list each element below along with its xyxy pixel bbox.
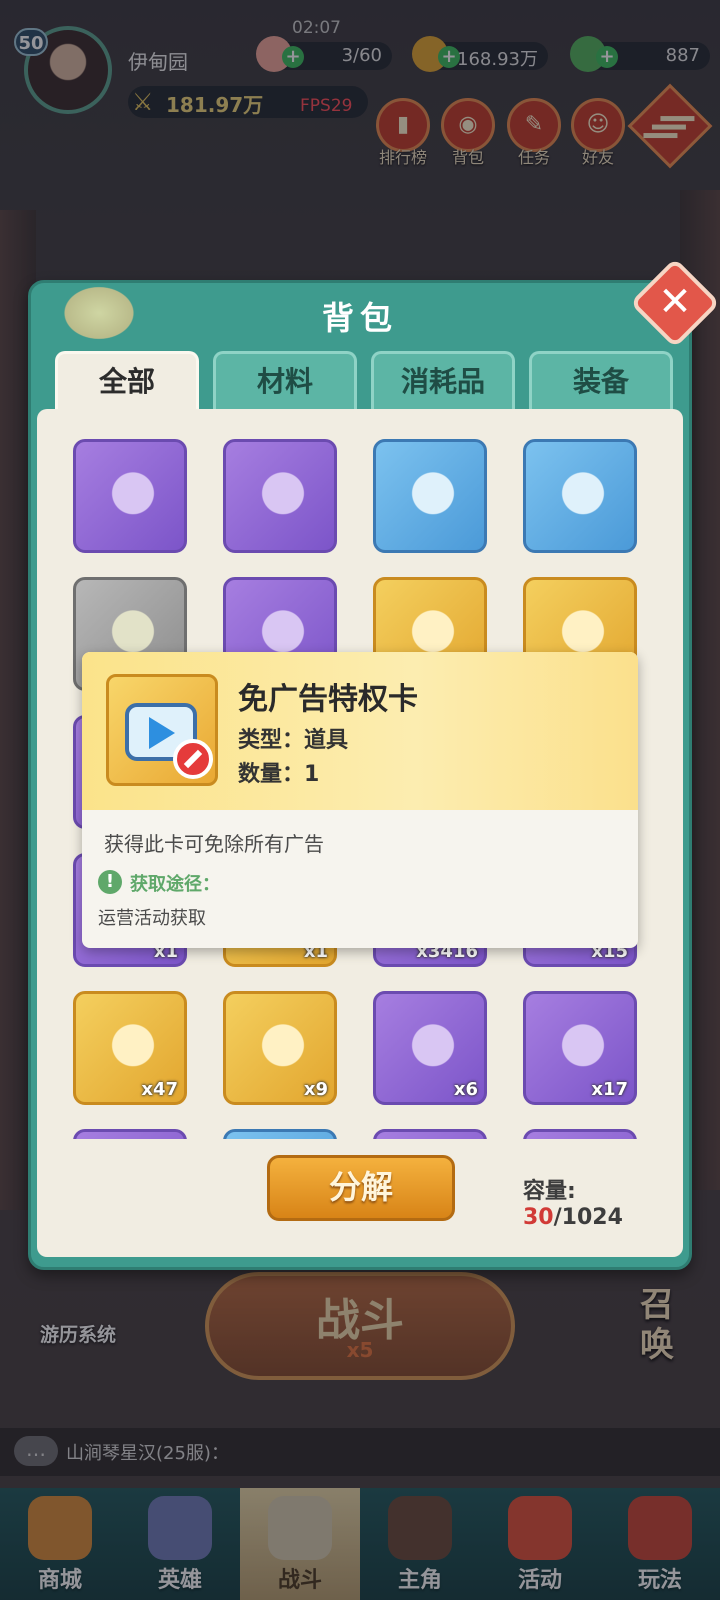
item-slot[interactable] [523, 439, 637, 553]
battle-icon [268, 1496, 332, 1560]
item-quantity: x6 [453, 1079, 478, 1100]
gold-value: 168.93万 [457, 49, 538, 70]
source-value: 运营活动获取 [98, 908, 206, 929]
item-quantity: x47 [141, 1079, 178, 1100]
recycle-plus-icon [548, 1012, 618, 1086]
necklace-icon [398, 460, 468, 534]
add-stamina-button[interactable]: + [282, 46, 304, 68]
water-lotus-icon [248, 1012, 318, 1086]
gem-resource: + 887 [570, 36, 710, 72]
ranking-label: 排行榜 [378, 148, 427, 167]
nav-hero-main-label: 主角 [397, 1568, 442, 1593]
nav-battle[interactable]: 战斗 [240, 1488, 360, 1600]
refresh-board-icon [398, 1012, 468, 1086]
item-slot[interactable] [73, 439, 187, 553]
nav-gameplay[interactable]: 玩法 [600, 1488, 720, 1600]
tab-materials[interactable]: 材料 [213, 351, 357, 411]
item-slot[interactable]: x9 [223, 991, 337, 1105]
friends-label: 好友 [581, 148, 614, 167]
battle-cost: x5 [346, 1338, 374, 1362]
gameplay-icon [628, 1496, 692, 1560]
source-label: 获取途径： [130, 874, 220, 895]
item-name: 免广告特权卡 [238, 682, 418, 717]
item-slot-partial[interactable] [373, 1129, 487, 1139]
close-icon: ✕ [658, 279, 692, 325]
combat-power-value: 181.97万 [166, 93, 264, 117]
item-slot[interactable]: x17 [523, 991, 637, 1105]
level-badge: 50 [14, 28, 48, 56]
bag-tabs: 全部 材料 消耗品 装备 [55, 351, 675, 411]
item-slot[interactable] [373, 439, 487, 553]
capacity-total: /1024 [553, 1205, 623, 1230]
item-quantity: x17 [591, 1079, 628, 1100]
sword-icon [98, 460, 168, 534]
nav-hero-main[interactable]: 主角 [360, 1488, 480, 1600]
shop-icon [28, 1496, 92, 1560]
clock: 02:07 [292, 18, 341, 38]
chat-bubble-icon: … [14, 1436, 58, 1466]
nav-heroes[interactable]: 英雄 [120, 1488, 240, 1600]
boots-icon [548, 460, 618, 534]
bag-title: 背包 [321, 299, 398, 337]
decompose-button[interactable]: 分解 [267, 1155, 455, 1221]
top-hud: 50 伊甸园 ⚔ 181.97万 FPS29 02:07 + 3/60 + 16… [0, 0, 720, 120]
item-count: 数量：1 [238, 762, 320, 787]
info-icon: ! [98, 870, 122, 894]
fps-counter: FPS29 [300, 96, 353, 116]
stamina-resource: + 3/60 [256, 36, 392, 72]
item-quantity: x9 [303, 1079, 328, 1100]
heroes-icon [148, 1496, 212, 1560]
nav-heroes-label: 英雄 [157, 1568, 202, 1593]
item-tooltip: 免广告特权卡 类型：道具 数量：1 获得此卡可免除所有广告 ! 获取途径： 运营… [82, 652, 638, 948]
summon-label[interactable]: 召唤 [640, 1285, 700, 1365]
nav-gameplay-label: 玩法 [637, 1568, 682, 1593]
events-icon [508, 1496, 572, 1560]
bottom-nav: 商城 英雄 战斗 主角 活动 玩法 [0, 1488, 720, 1600]
bag-label: 背包 [451, 148, 484, 167]
nav-events-label: 活动 [517, 1568, 562, 1593]
nav-shop[interactable]: 商城 [0, 1488, 120, 1600]
travel-system-label[interactable]: 游历系统 [40, 1320, 116, 1347]
tab-all[interactable]: 全部 [55, 351, 199, 411]
chat-message: 山涧琴星汉(25服)： [66, 1443, 229, 1464]
stamina-value: 3/60 [341, 45, 382, 66]
armor-icon [248, 460, 318, 534]
chat-bar[interactable]: … 山涧琴星汉(25服)： [0, 1428, 720, 1476]
battle-button[interactable]: 战斗 x5 [205, 1272, 515, 1380]
capacity-used: 30 [523, 1205, 554, 1230]
tab-consumables[interactable]: 消耗品 [371, 351, 515, 411]
prohibited-icon [173, 739, 213, 779]
play-icon [149, 717, 175, 749]
add-gem-button[interactable]: + [596, 46, 618, 68]
capacity-label: 容量: [523, 1179, 576, 1204]
quest-label: 任务 [517, 148, 550, 167]
gem-value: 887 [665, 45, 700, 66]
item-slot-partial[interactable] [73, 1129, 187, 1139]
tab-equipment[interactable]: 装备 [529, 351, 673, 411]
item-slot[interactable]: x6 [373, 991, 487, 1105]
item-slot[interactable] [223, 439, 337, 553]
tooltip-header: 免广告特权卡 类型：道具 数量：1 [82, 652, 638, 810]
item-type: 类型：道具 [238, 728, 349, 753]
menu-icon-line [643, 133, 678, 139]
player-name: 伊甸园 [128, 50, 188, 74]
item-slot[interactable]: x47 [73, 991, 187, 1105]
no-ads-card-icon [106, 674, 218, 786]
swords-icon: ⚔ [132, 88, 154, 116]
item-slot-partial[interactable] [223, 1129, 337, 1139]
nav-shop-label: 商城 [37, 1568, 82, 1593]
capacity: 容量: 30/1024 [523, 1173, 683, 1230]
gold-resource: + 168.93万 [412, 36, 548, 72]
menu-icon-line [651, 124, 686, 130]
main-hero-icon [388, 1496, 452, 1560]
item-slot-partial[interactable] [523, 1129, 637, 1139]
nav-events[interactable]: 活动 [480, 1488, 600, 1600]
item-description: 获得此卡可免除所有广告 [104, 832, 324, 856]
lotus-icon [98, 1012, 168, 1086]
nav-battle-label: 战斗 [277, 1568, 322, 1593]
